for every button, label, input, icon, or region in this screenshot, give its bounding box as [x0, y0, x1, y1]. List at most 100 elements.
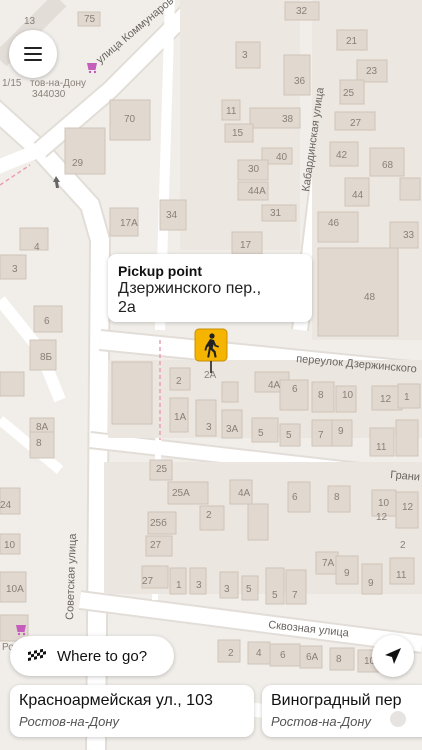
poi-city: тов-на-Дону	[30, 78, 86, 89]
house-number: 34	[166, 210, 178, 221]
house-number: 5	[246, 584, 252, 595]
where-to-go-button[interactable]: Where to go?	[10, 636, 174, 676]
suggestion-card[interactable]: Виноградный пер Ростов-на-Дону	[262, 685, 422, 737]
house-number: 38	[282, 114, 294, 125]
house-number: 10A	[6, 584, 24, 595]
pickup-pin[interactable]	[194, 328, 228, 374]
house-number: 10	[4, 540, 16, 551]
house-number: 6	[280, 650, 286, 661]
house-number: 32	[296, 6, 308, 17]
house-number: 6	[292, 384, 298, 395]
where-to-go-label: Where to go?	[57, 647, 148, 665]
house-number: 25	[343, 88, 355, 99]
suggestion-indicator	[390, 711, 406, 727]
house-number: 12	[380, 394, 392, 405]
hamburger-menu-icon	[24, 47, 42, 61]
house-number: 4A	[238, 488, 251, 499]
my-location-button[interactable]	[372, 635, 414, 677]
house-number: 3	[206, 422, 212, 433]
house-number: 6	[44, 316, 50, 327]
house-number: 29	[72, 158, 84, 169]
house-number: 2	[176, 376, 182, 387]
house-number: 5	[272, 590, 278, 601]
screen: 13 75 32 3 23 21 36 25 11 70 38 27 15 40 42 29 68 30 44A 44…	[0, 0, 422, 750]
poi-prefix: 1/15	[2, 78, 22, 89]
house-number: 3	[242, 50, 248, 61]
shop-icon	[87, 63, 97, 74]
house-number: 6	[292, 492, 298, 503]
house-number: 36	[294, 76, 306, 87]
house-number: 1A	[174, 412, 187, 423]
house-number: 8Б	[40, 352, 53, 363]
menu-button[interactable]	[9, 30, 57, 78]
house-number: 13	[24, 16, 36, 27]
house-number: 4	[256, 648, 262, 659]
house-number: 3A	[226, 424, 239, 435]
suggestion-title: Виноградный пер	[271, 692, 402, 709]
house-number: 8A	[36, 422, 49, 433]
house-number: 48	[364, 292, 376, 303]
house-number: 25	[156, 464, 168, 475]
poi-postcode: 344030	[32, 89, 66, 100]
house-number: 11	[226, 106, 237, 117]
house-number: 11	[376, 442, 387, 453]
house-number: 27	[350, 118, 362, 129]
house-number: 9	[368, 578, 374, 589]
house-number: 7	[292, 590, 298, 601]
house-number: 8	[336, 654, 342, 665]
suggestion-city: Ростов-на-Дону	[19, 714, 120, 729]
house-number: 1	[176, 580, 182, 591]
house-number: 8	[36, 438, 42, 449]
house-number: 12	[376, 512, 388, 523]
navigation-arrow-icon	[385, 648, 401, 664]
pickup-point-card[interactable]: Pickup point Дзержинского пер., 2а	[108, 254, 312, 322]
house-number: 8	[318, 390, 324, 401]
house-number: 2	[228, 648, 234, 659]
house-number: 3	[196, 580, 202, 591]
house-number: 68	[382, 160, 394, 171]
house-number: 10	[342, 390, 354, 401]
house-number: 21	[346, 36, 358, 47]
house-number: 46	[328, 218, 340, 229]
house-number: 27	[142, 576, 154, 587]
house-number: 7	[318, 430, 324, 441]
house-number: 4A	[268, 380, 281, 391]
house-number: 8	[334, 492, 340, 503]
house-number: 2	[400, 540, 406, 551]
house-number: 25б	[150, 517, 167, 529]
house-number: 5	[258, 428, 264, 439]
house-number: 17	[240, 240, 252, 251]
house-number: 11	[396, 570, 407, 581]
house-number: 17A	[120, 218, 138, 229]
pickup-title: Pickup point	[118, 263, 202, 279]
house-number: 25A	[172, 488, 190, 499]
house-number: 42	[336, 150, 348, 161]
house-number: 44	[352, 190, 364, 201]
suggestion-card[interactable]: Красноармейская ул., 103 Ростов-на-Дону	[10, 685, 254, 737]
house-number: 3	[12, 264, 18, 275]
house-number: 15	[232, 128, 244, 139]
house-number: 5	[286, 430, 292, 441]
house-number: 24	[0, 500, 12, 511]
pickup-address-line2: 2а	[118, 299, 136, 316]
house-number: 70	[124, 114, 136, 125]
house-number: 30	[248, 164, 260, 175]
house-number: 9	[338, 426, 344, 437]
house-number: 7A	[322, 558, 335, 569]
house-number: 9	[344, 568, 350, 579]
house-number: 12	[402, 502, 414, 513]
house-number: 3	[224, 584, 230, 595]
checkered-flag-icon	[28, 649, 46, 661]
house-number: 4	[34, 242, 40, 253]
house-number: 10	[378, 498, 390, 509]
house-number: 33	[403, 230, 415, 241]
suggestion-title: Красноармейская ул., 103	[19, 692, 213, 709]
house-number: 2	[206, 510, 212, 521]
house-number: 27	[150, 540, 162, 551]
pickup-address-line1: Дзержинского пер.,	[118, 280, 262, 297]
house-number: 44A	[248, 186, 266, 197]
house-number: 6A	[306, 652, 319, 663]
house-number: 31	[270, 208, 282, 219]
street-label-sovetskaya: Советская улица	[64, 532, 79, 620]
house-number: 1	[404, 392, 410, 403]
